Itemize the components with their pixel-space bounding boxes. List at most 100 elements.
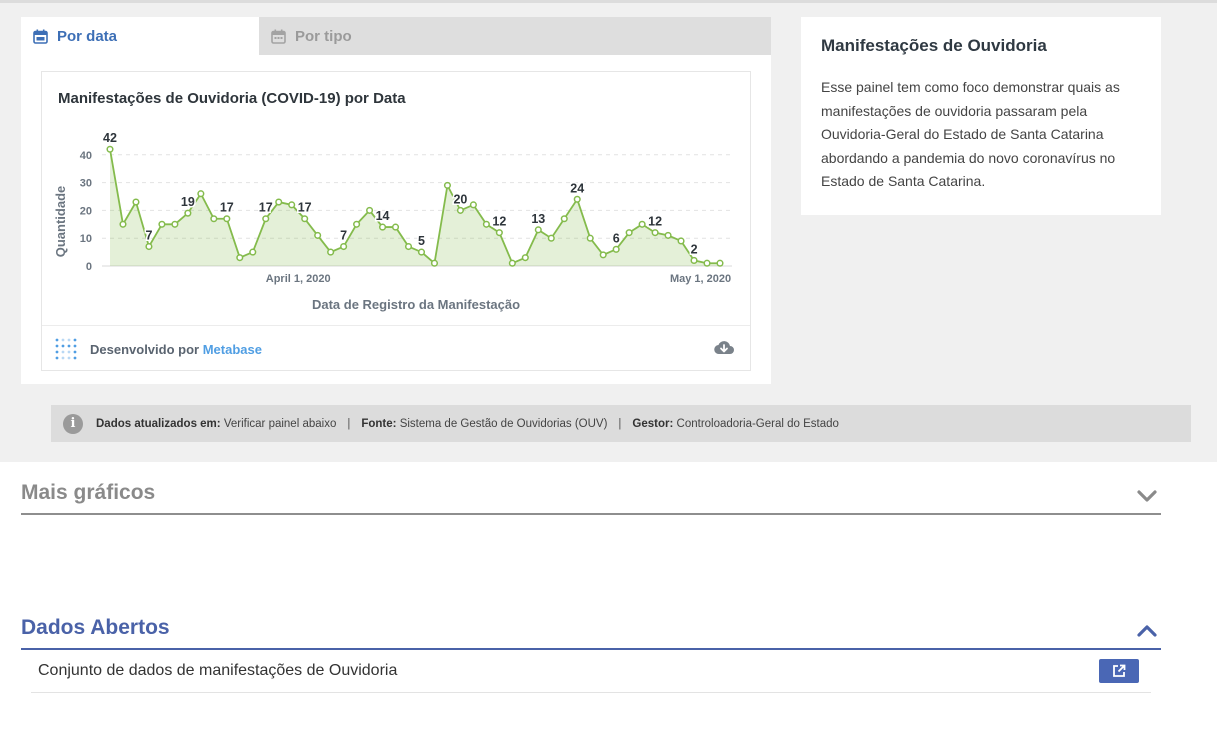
data-point xyxy=(430,259,439,267)
data-point xyxy=(677,237,685,245)
data-point xyxy=(210,215,218,223)
chevron-up-icon[interactable] xyxy=(1137,624,1157,638)
data-point xyxy=(651,229,659,237)
data-label: 14 xyxy=(376,209,390,223)
data-label: 17 xyxy=(259,201,273,215)
data-point xyxy=(534,226,542,234)
tab-por-tipo-label: Por tipo xyxy=(295,27,352,45)
data-point xyxy=(340,242,348,251)
data-point xyxy=(586,234,594,242)
external-link-icon xyxy=(1113,664,1126,677)
info-bar: i Dados atualizados em: Verificar painel… xyxy=(51,405,1191,442)
data-point xyxy=(223,215,231,223)
data-point xyxy=(612,245,620,253)
data-label: 6 xyxy=(613,231,620,245)
download-cloud-icon[interactable] xyxy=(714,339,734,357)
x-tick-label: April 1, 2020 xyxy=(266,273,331,285)
data-point xyxy=(249,248,257,256)
data-point xyxy=(638,220,646,228)
calendar-icon xyxy=(271,29,286,44)
data-point xyxy=(404,242,413,251)
data-point xyxy=(171,220,179,228)
tab-por-tipo[interactable]: Por tipo xyxy=(259,17,771,55)
description-title: Manifestações de Ouvidoria xyxy=(821,36,1047,55)
powered-by: Desenvolvido por Metabase xyxy=(90,342,262,357)
data-point xyxy=(262,215,270,223)
data-point xyxy=(703,259,711,267)
data-point xyxy=(197,190,205,198)
more-charts-section-header[interactable]: Mais gráficos xyxy=(21,481,1161,515)
open-data-section-header[interactable]: Dados Abertos xyxy=(21,616,1161,650)
data-point xyxy=(301,215,309,223)
description-text: Esse painel tem como foco demonstrar qua… xyxy=(821,79,1120,189)
info-icon: i xyxy=(63,413,83,434)
separator: | xyxy=(347,417,351,430)
data-label: 24 xyxy=(570,181,584,195)
more-charts-title: Mais gráficos xyxy=(21,481,156,504)
chart-title: Manifestações de Ouvidoria (COVID-19) po… xyxy=(58,90,406,107)
data-label: 20 xyxy=(453,192,467,206)
data-point xyxy=(366,206,374,214)
data-point xyxy=(158,220,166,228)
y-tick-label: 20 xyxy=(80,205,92,217)
data-label: 17 xyxy=(220,201,234,215)
chart-footer: Desenvolvido por Metabase xyxy=(42,325,750,371)
data-point xyxy=(469,201,477,209)
y-tick-label: 0 xyxy=(86,261,92,273)
data-point xyxy=(236,254,244,262)
data-point xyxy=(690,256,698,264)
data-label: 12 xyxy=(492,215,506,229)
y-tick-label: 40 xyxy=(80,150,92,162)
data-point xyxy=(132,198,140,206)
data-point xyxy=(417,248,426,256)
external-link-button[interactable] xyxy=(1099,659,1139,683)
line-chart: 0 10 20 30 40 42 7 19 17 17 17 7 14 5 20 12 13 24 6 12 2 Apri… xyxy=(53,130,732,312)
x-tick-label: May 1, 2020 xyxy=(670,273,731,285)
data-point xyxy=(573,195,581,203)
y-tick-label: 30 xyxy=(80,178,92,190)
chevron-down-icon[interactable] xyxy=(1137,489,1157,503)
data-point xyxy=(184,209,192,217)
data-point xyxy=(275,198,283,206)
y-tick-label: 10 xyxy=(80,233,92,245)
data-point xyxy=(314,231,322,239)
data-point xyxy=(353,220,361,228)
data-point xyxy=(560,215,568,223)
data-point xyxy=(625,229,633,237)
data-point xyxy=(495,229,503,237)
data-point xyxy=(508,259,516,267)
data-point xyxy=(443,181,451,189)
open-data-title: Dados Abertos xyxy=(21,616,170,639)
metabase-logo-icon xyxy=(55,338,77,360)
data-label: 7 xyxy=(340,229,347,243)
source-label: Fonte: xyxy=(361,417,397,430)
updated-label: Dados atualizados em: xyxy=(96,417,221,430)
list-item: Conjunto de dados de manifestações de Ou… xyxy=(31,652,1151,693)
tab-por-data[interactable]: Por data xyxy=(21,17,259,55)
data-point xyxy=(288,201,296,209)
data-label: 13 xyxy=(531,212,545,226)
tab-por-data-label: Por data xyxy=(57,27,118,45)
data-point xyxy=(145,242,153,251)
x-axis-title: Data de Registro da Manifestação xyxy=(312,297,520,312)
data-point xyxy=(327,248,335,256)
data-point xyxy=(664,231,672,239)
calendar-icon xyxy=(33,29,48,44)
data-point xyxy=(482,220,490,228)
data-label: 17 xyxy=(298,201,312,215)
chart-tabs: Por data Por tipo xyxy=(21,17,771,55)
data-point xyxy=(716,259,724,267)
data-label: 19 xyxy=(181,195,195,209)
data-label: 12 xyxy=(648,215,662,229)
dataset-label: Conjunto de dados de manifestações de Ou… xyxy=(38,662,398,679)
data-label: 5 xyxy=(418,234,425,248)
data-point xyxy=(391,223,400,231)
chart-card: Manifestações de Ouvidoria (COVID-19) po… xyxy=(41,71,751,371)
description-panel: Manifestações de Ouvidoria Esse painel t… xyxy=(801,17,1161,215)
data-point xyxy=(119,220,127,228)
metabase-link[interactable]: Metabase xyxy=(203,342,262,357)
chart-panel: Por data Por tipo Manifestações de Ouvid… xyxy=(21,17,771,384)
source-value: Sistema de Gestão de Ouvidorias (OUV) xyxy=(399,417,608,430)
data-point xyxy=(521,254,529,262)
data-point xyxy=(599,251,607,259)
